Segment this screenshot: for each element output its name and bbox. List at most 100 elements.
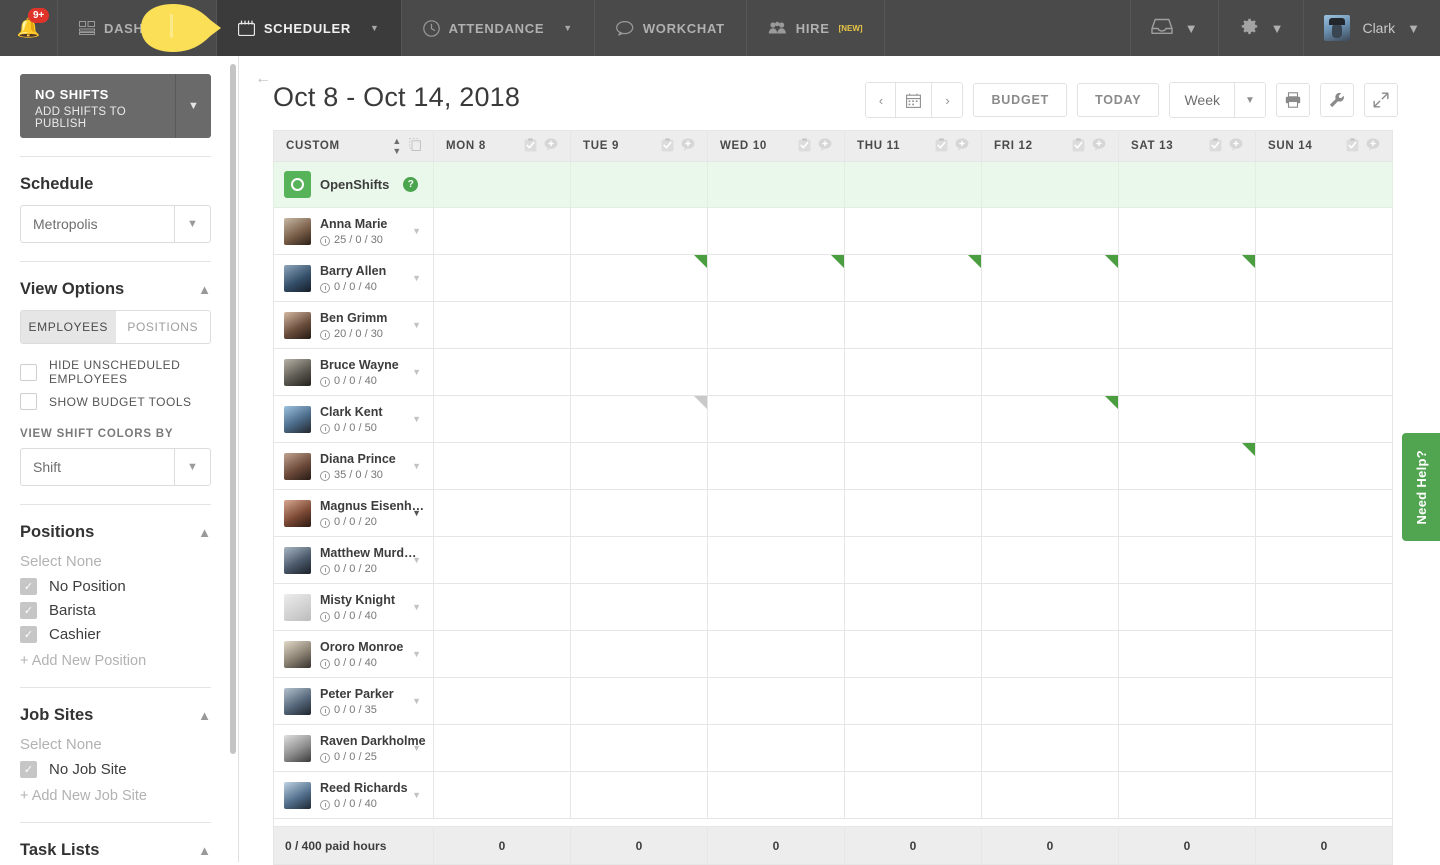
nav-item-attendance[interactable]: ATTENDANCE ▼: [402, 0, 595, 56]
tasks-icon[interactable]: [798, 137, 811, 155]
notifications-bell-button[interactable]: 🔔 9+: [0, 0, 58, 56]
chevron-down-icon[interactable]: ▼: [412, 555, 421, 565]
shift-cell[interactable]: [1255, 724, 1393, 772]
chevron-down-icon[interactable]: ▼: [412, 367, 421, 377]
sidebar-scrollbar[interactable]: [230, 64, 236, 754]
employee-name-cell[interactable]: Bruce Wayne 0 / 0 / 40 ▼: [273, 348, 434, 396]
open-shift-cell[interactable]: [844, 161, 982, 208]
shift-cell[interactable]: [1118, 254, 1256, 302]
tasks-icon[interactable]: [1072, 137, 1085, 155]
chevron-up-icon[interactable]: ▲: [198, 525, 211, 540]
note-icon[interactable]: [1092, 138, 1106, 154]
publish-status-button[interactable]: NO SHIFTS ADD SHIFTS TO PUBLISH ▼: [20, 74, 211, 138]
employee-name-cell[interactable]: Clark Kent 0 / 0 / 50 ▼: [273, 395, 434, 443]
chevron-down-icon[interactable]: ▼: [1271, 21, 1284, 36]
shift-cell[interactable]: [707, 583, 845, 631]
shift-cell[interactable]: [844, 630, 982, 678]
shift-cell[interactable]: [1255, 677, 1393, 725]
shift-cell[interactable]: [433, 536, 571, 584]
shift-cell[interactable]: [844, 395, 982, 443]
shift-cell[interactable]: [1118, 724, 1256, 772]
budget-button[interactable]: BUDGET: [973, 83, 1068, 117]
tasks-icon[interactable]: [661, 137, 674, 155]
chevron-down-icon[interactable]: ▼: [412, 743, 421, 753]
table-row[interactable]: Clark Kent 0 / 0 / 50 ▼: [273, 395, 1393, 443]
shift-cell[interactable]: [570, 489, 708, 537]
chevron-down-icon[interactable]: ▼: [412, 226, 421, 236]
shift-cell[interactable]: [433, 395, 571, 443]
chevron-down-icon[interactable]: ▼: [412, 790, 421, 800]
shift-cell[interactable]: [1255, 489, 1393, 537]
shift-cell[interactable]: [1255, 583, 1393, 631]
back-arrow-icon[interactable]: ←: [255, 70, 271, 88]
tab-employees[interactable]: EMPLOYEES: [21, 311, 116, 343]
table-row[interactable]: Raven Darkholme 0 / 0 / 25 ▼: [273, 724, 1393, 772]
job-sites-select-none[interactable]: Select None: [20, 736, 211, 753]
shift-cell[interactable]: [981, 771, 1119, 819]
date-picker-button[interactable]: [896, 83, 933, 117]
sort-icon[interactable]: ▲ ▼: [392, 136, 402, 156]
view-options-heading[interactable]: View Options ▲: [20, 280, 211, 299]
job-site-item-no-job-site[interactable]: ✓ No Job Site: [20, 761, 211, 778]
shift-cell[interactable]: [1255, 442, 1393, 490]
employee-name-cell[interactable]: Raven Darkholme 0 / 0 / 25 ▼: [273, 724, 434, 772]
shift-cell[interactable]: [981, 724, 1119, 772]
task-lists-heading[interactable]: Task Lists ▲: [20, 841, 211, 860]
shift-cell[interactable]: [1255, 771, 1393, 819]
chevron-up-icon[interactable]: ▲: [198, 282, 211, 297]
user-menu-button[interactable]: Clark ▼: [1304, 0, 1440, 56]
column-header-day[interactable]: FRI 12: [981, 130, 1119, 162]
copy-icon[interactable]: [409, 138, 421, 154]
open-shift-cell[interactable]: [1118, 161, 1256, 208]
table-row[interactable]: Peter Parker 0 / 0 / 35 ▼: [273, 677, 1393, 725]
positions-select-none[interactable]: Select None: [20, 553, 211, 570]
shift-cell[interactable]: [570, 348, 708, 396]
shift-cell[interactable]: [433, 207, 571, 255]
shift-cell[interactable]: [981, 348, 1119, 396]
shift-cell[interactable]: [707, 489, 845, 537]
table-row[interactable]: Anna Marie 25 / 0 / 30 ▼: [273, 207, 1393, 255]
column-header-name[interactable]: CUSTOM ▲ ▼: [273, 130, 434, 162]
shift-cell[interactable]: [570, 724, 708, 772]
next-week-button[interactable]: ›: [932, 83, 963, 117]
shift-cell[interactable]: [433, 724, 571, 772]
shift-cell[interactable]: [981, 442, 1119, 490]
shift-cell[interactable]: [433, 583, 571, 631]
table-row[interactable]: Misty Knight 0 / 0 / 40 ▼: [273, 583, 1393, 631]
shift-cell[interactable]: [1118, 301, 1256, 349]
nav-item-scheduler[interactable]: SCHEDULER ▼: [216, 0, 402, 56]
position-item-no-position[interactable]: ✓ No Position: [20, 578, 211, 595]
column-header-day[interactable]: WED 10: [707, 130, 845, 162]
shift-cell[interactable]: [570, 771, 708, 819]
shift-cell[interactable]: [707, 301, 845, 349]
shift-cell[interactable]: [1255, 630, 1393, 678]
inbox-menu-button[interactable]: ▼: [1131, 0, 1219, 56]
shift-cell[interactable]: [433, 254, 571, 302]
column-header-day[interactable]: SAT 13: [1118, 130, 1256, 162]
job-sites-heading[interactable]: Job Sites ▲: [20, 706, 211, 725]
employee-name-cell[interactable]: Matthew Murd… 0 / 0 / 20 ▼: [273, 536, 434, 584]
employee-name-cell[interactable]: Peter Parker 0 / 0 / 35 ▼: [273, 677, 434, 725]
chevron-down-icon[interactable]: ▼: [1407, 21, 1420, 36]
shift-cell[interactable]: [844, 348, 982, 396]
shift-cell[interactable]: [981, 395, 1119, 443]
chevron-down-icon[interactable]: ▼: [174, 206, 210, 242]
table-row[interactable]: Reed Richards 0 / 0 / 40 ▼: [273, 771, 1393, 819]
shift-cell[interactable]: [707, 395, 845, 443]
column-header-day[interactable]: MON 8: [433, 130, 571, 162]
shift-cell[interactable]: [1118, 348, 1256, 396]
schedule-select[interactable]: Metropolis ▼: [20, 205, 211, 243]
chevron-down-icon[interactable]: ▼: [563, 23, 573, 33]
shift-cell[interactable]: [570, 442, 708, 490]
table-row[interactable]: Bruce Wayne 0 / 0 / 40 ▼: [273, 348, 1393, 396]
shift-cell[interactable]: [570, 301, 708, 349]
shift-cell[interactable]: [1118, 771, 1256, 819]
chevron-up-icon[interactable]: ▲: [198, 843, 211, 858]
note-icon[interactable]: [681, 138, 695, 154]
shift-cell[interactable]: [570, 583, 708, 631]
open-shift-cell[interactable]: [433, 161, 571, 208]
shift-cell[interactable]: [981, 254, 1119, 302]
checkbox-box[interactable]: [20, 363, 37, 381]
add-new-job-site-link[interactable]: + Add New Job Site: [20, 788, 211, 804]
shift-cell[interactable]: [844, 583, 982, 631]
